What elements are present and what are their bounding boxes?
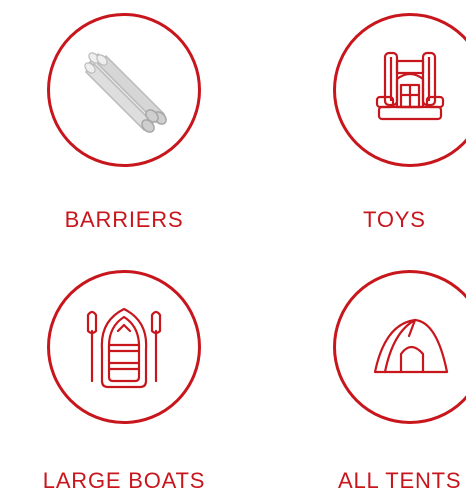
category-icon-circle[interactable]: [333, 13, 466, 167]
category-icon-circle[interactable]: [333, 270, 466, 424]
category-label[interactable]: ALL TENTS: [330, 468, 466, 494]
category-label[interactable]: BARRIERS: [0, 207, 248, 233]
inflatable-boat-icon: [86, 307, 162, 389]
category-tile-toys[interactable]: TOYS: [258, 0, 466, 250]
bounce-house-icon: [375, 51, 445, 121]
category-tile-large-boats[interactable]: LARGE BOATS: [0, 253, 260, 503]
barriers-icon: [84, 52, 167, 133]
category-icon-circle[interactable]: [47, 13, 201, 167]
category-grid: BARRIERS TOYS LARGE BOATS ALL TENTS: [0, 0, 466, 501]
category-tile-barriers[interactable]: BARRIERS: [0, 0, 260, 250]
category-label[interactable]: LARGE BOATS: [0, 468, 248, 494]
category-icon-circle[interactable]: [47, 270, 201, 424]
tent-icon: [373, 318, 449, 374]
category-label[interactable]: TOYS: [338, 207, 466, 233]
category-tile-all-tents[interactable]: ALL TENTS: [258, 253, 466, 503]
